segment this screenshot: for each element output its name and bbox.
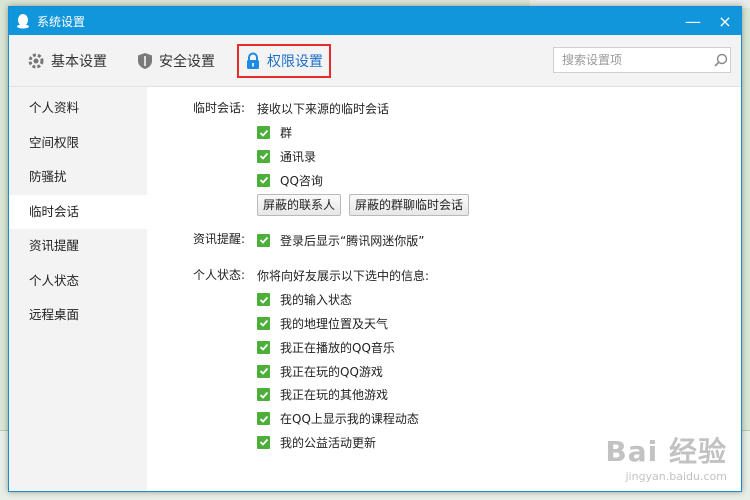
news-alert-option: 登录后显示“腾讯网迷你版” (257, 228, 741, 252)
sidebar-item-temp-chat[interactable]: 临时会话 (9, 194, 147, 229)
personal-status-option: 我正在玩的其他游戏 (257, 383, 741, 407)
temp-chat-label: 临时会话: (192, 101, 245, 115)
option-label: 我正在播放的QQ音乐 (280, 340, 395, 355)
blocked-contacts-button[interactable]: 屏蔽的联系人 (257, 194, 342, 217)
temp-chat-option-contacts: 通讯录 (257, 145, 741, 169)
checkmark-icon (259, 236, 268, 244)
news-alert-section: 资讯提醒: 登录后显示“腾讯网迷你版” (147, 228, 741, 252)
option-label: 我的地理位置及天气 (280, 316, 389, 331)
blocked-group-chat-button[interactable]: 屏蔽的群聊临时会话 (349, 194, 470, 217)
personal-status-label: 个人状态: (192, 267, 245, 282)
checkbox-checked[interactable] (257, 316, 270, 330)
option-label: 通讯录 (280, 149, 317, 164)
checkmark-icon (259, 344, 268, 352)
tab-basic-settings[interactable]: 基本设置 (19, 44, 115, 78)
checkbox-checked[interactable] (257, 233, 270, 247)
tab-basic-settings-label: 基本设置 (51, 53, 107, 70)
checkbox-checked[interactable] (257, 364, 270, 378)
shield-icon (138, 52, 152, 69)
gear-icon (28, 53, 44, 68)
checkbox-checked[interactable] (257, 293, 270, 307)
personal-status-option: 我正在播放的QQ音乐 (257, 335, 741, 359)
checkbox-checked[interactable] (257, 173, 270, 187)
option-label: 我的输入状态 (280, 293, 353, 308)
title-bar[interactable]: 系统设置 — × (9, 7, 741, 35)
checkbox-checked[interactable] (257, 149, 270, 163)
checkmark-icon (259, 153, 268, 161)
personal-status-option: 我正在玩的QQ游戏 (257, 359, 741, 383)
watermark-sub: jingyan.baidu.com (625, 470, 727, 483)
checkmark-icon (259, 415, 268, 423)
tab-security-settings-label: 安全设置 (159, 53, 215, 70)
window-title: 系统设置 (37, 14, 86, 29)
settings-content: 临时会话: 接收以下来源的临时会话 群 通讯录 QQ咨询 屏蔽的联系人 屏蔽的群… (147, 87, 741, 491)
option-label: QQ咨询 (280, 173, 323, 188)
search-icon[interactable] (712, 53, 730, 67)
temp-chat-option-group: 群 (257, 121, 741, 145)
option-label: 群 (280, 126, 293, 141)
temp-chat-option-qq-consult: QQ咨询 (257, 168, 741, 192)
checkmark-icon (259, 177, 268, 185)
checkbox-checked[interactable] (257, 412, 270, 426)
sidebar-item-profile[interactable]: 个人资料 (9, 91, 147, 126)
sidebar-item-personal-status[interactable]: 个人状态 (9, 264, 147, 299)
option-label: 在QQ上显示我的课程动态 (280, 412, 419, 427)
tab-security-settings[interactable]: 安全设置 (129, 44, 223, 78)
checkmark-icon (259, 320, 268, 328)
checkbox-checked[interactable] (257, 388, 270, 402)
temp-chat-section: 临时会话: 接收以下来源的临时会话 群 通讯录 QQ咨询 屏蔽的联系人 屏蔽的群… (147, 97, 741, 217)
minimize-button[interactable]: — (677, 7, 709, 35)
sidebar-item-news-alerts[interactable]: 资讯提醒 (9, 229, 147, 264)
tab-permission-settings-label: 权限设置 (267, 53, 323, 70)
settings-sidebar: 个人资料 空间权限 防骚扰 临时会话 资讯提醒 个人状态 远程桌面 (9, 87, 147, 491)
personal-status-intro: 你将向好友展示以下选中的信息: (257, 269, 430, 284)
settings-toolbar: 基本设置 安全设置 权限设置 (9, 35, 741, 87)
personal-status-option: 我的输入状态 (257, 288, 741, 312)
baidu-watermark: Bai 经验 jingyan.baidu.com (605, 430, 727, 483)
tab-permission-settings[interactable]: 权限设置 (237, 43, 331, 78)
checkmark-icon (259, 296, 268, 304)
personal-status-option: 我的地理位置及天气 (257, 312, 741, 336)
checkbox-checked[interactable] (257, 126, 270, 140)
option-label: 我正在玩的QQ游戏 (280, 364, 383, 379)
checkbox-checked[interactable] (257, 340, 270, 354)
qq-penguin-icon (17, 14, 29, 29)
settings-window: 系统设置 — × 基本设置 安全设置 权限设置 搜索设置项 个人资料 空间权限 … (8, 6, 742, 492)
sidebar-item-remote-desktop[interactable]: 远程桌面 (9, 298, 147, 333)
settings-search (553, 47, 731, 73)
sidebar-item-space-permissions[interactable]: 空间权限 (9, 126, 147, 161)
news-alert-label: 资讯提醒: (192, 232, 245, 247)
personal-status-section: 个人状态: 你将向好友展示以下选中的信息: 我的输入状态我的地理位置及天气 我正在… (147, 264, 741, 454)
temp-chat-intro: 接收以下来源的临时会话 (257, 102, 390, 117)
sidebar-item-anti-harassment[interactable]: 防骚扰 (9, 160, 147, 195)
checkbox-checked[interactable] (257, 435, 270, 449)
close-button[interactable]: × (709, 7, 741, 35)
checkmark-icon (259, 367, 268, 375)
lock-icon (247, 52, 259, 69)
checkmark-icon (259, 391, 268, 399)
watermark-main: Bai 经验 (605, 435, 727, 468)
option-label: 我正在玩的其他游戏 (280, 388, 389, 403)
option-label: 我的公益活动更新 (280, 435, 377, 450)
checkmark-icon (259, 129, 268, 137)
personal-status-option: 在QQ上显示我的课程动态 (257, 407, 741, 431)
checkmark-icon (259, 439, 268, 447)
option-label: 登录后显示“腾讯网迷你版” (280, 233, 425, 248)
search-input[interactable] (554, 48, 712, 72)
